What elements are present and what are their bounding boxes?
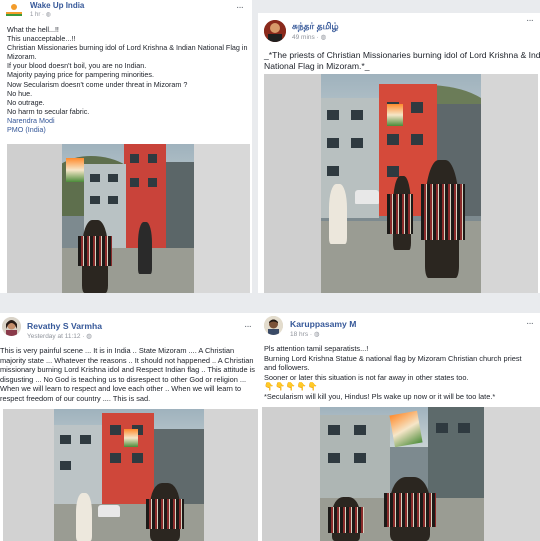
video-player[interactable] <box>3 409 258 541</box>
video-frame[interactable] <box>62 144 194 293</box>
video-frame[interactable] <box>54 409 204 541</box>
post-text-line: National Flag in Mizoram.*_ <box>264 61 370 71</box>
post-text-line: Sooner or later this situation is not fa… <box>264 372 469 382</box>
user-name[interactable]: Revathy S Varmha <box>27 321 102 331</box>
post-time[interactable]: 1 hr · ◍ <box>30 11 51 18</box>
more-options-icon[interactable]: ··· <box>244 322 252 332</box>
post-text: Pls attention tamil separatists...! Burn… <box>264 344 522 402</box>
video-letterbox-right <box>481 74 538 293</box>
post-time-label[interactable]: 18 hrs <box>290 331 308 338</box>
post-text-line: majority state ... Whatever the reasons … <box>0 355 254 365</box>
page-name[interactable]: Wake Up India <box>30 1 84 10</box>
post-card-sundar-tamil: சுந்தர் தமிழ் 49 mins · ◍ ··· _*The prie… <box>258 13 540 293</box>
post-time[interactable]: 49 mins · ◍ <box>292 33 326 41</box>
post-text-line: This unacceptable...!! <box>7 34 76 44</box>
globe-icon: ◍ <box>320 34 327 41</box>
page-avatar-wake-up-india[interactable] <box>4 2 24 18</box>
post-card-wake-up-india: Wake Up India 1 hr · ◍ ··· What the hell… <box>0 0 252 293</box>
page-avatar-sundar-tamil[interactable] <box>264 20 286 42</box>
globe-icon: ◍ <box>313 331 320 338</box>
post-text-line: disgusting ... No God is teaching us to … <box>0 374 247 384</box>
globe-icon: ◍ <box>86 333 92 340</box>
post-text-line: If your blood doesn't boil, you are no I… <box>7 61 147 71</box>
post-text: What the hell...!! This unacceptable...!… <box>7 25 248 134</box>
person <box>329 184 347 244</box>
video-player[interactable] <box>264 74 538 293</box>
more-options-icon[interactable]: ··· <box>526 319 534 329</box>
tag-narendra-modi[interactable]: Narendra Modi <box>7 116 248 125</box>
flag <box>389 410 423 448</box>
page-name[interactable]: சுந்தர் தமிழ் <box>292 21 339 33</box>
user-avatar-revathy[interactable] <box>2 317 21 336</box>
flag <box>387 104 403 126</box>
post-text-line: *Secularism will kill you, Hindus! Pls w… <box>264 391 496 401</box>
post-time[interactable]: Yesterday at 11:12 · ◍ <box>27 332 92 340</box>
video-letterbox-right <box>194 144 250 293</box>
post-text-line: When we will learn to respect and love e… <box>0 384 242 394</box>
post-text-line: Christian Missionaries burning idol of L… <box>7 43 248 53</box>
post-text: This is very painful scene ... It is in … <box>0 346 255 404</box>
video-letterbox-left <box>3 409 54 541</box>
flag <box>124 429 138 447</box>
tag-pmo-india[interactable]: PMO (India) <box>7 125 248 134</box>
globe-icon: ◍ <box>45 12 51 18</box>
video-frame[interactable] <box>320 407 484 541</box>
post-text-line: Majority paying price for pampering mino… <box>7 70 155 80</box>
user-avatar-karuppasamy[interactable] <box>264 316 283 335</box>
video-letterbox-right <box>204 409 258 541</box>
pointing-down-emoji-icons: 👇👇👇👇👇 <box>264 382 319 392</box>
post-text-line: This is very painful scene ... It is in … <box>0 346 235 355</box>
more-options-icon[interactable]: ··· <box>236 3 244 13</box>
video-player[interactable] <box>262 407 540 541</box>
building <box>166 162 194 258</box>
video-letterbox-right <box>484 407 540 541</box>
video-letterbox-left <box>264 74 321 293</box>
post-text-line: and followers. <box>264 363 310 373</box>
post-text-line: Burning Lord Krishna Statue & national f… <box>264 353 522 363</box>
person <box>138 222 152 274</box>
post-text: _*The priests of Christian Missionaries … <box>264 50 540 72</box>
post-card-karuppasamy: Karuppasamy M 18 hrs · ◍ ··· Pls attenti… <box>258 313 540 541</box>
post-text-line: Mizoram. <box>7 52 37 62</box>
video-letterbox-left <box>7 144 62 293</box>
user-name[interactable]: Karuppasamy M <box>290 319 356 329</box>
car <box>355 190 379 204</box>
post-text-line: missionary burning Lord Krishna idol and… <box>0 365 255 375</box>
person <box>76 493 92 541</box>
video-player[interactable] <box>7 144 250 293</box>
post-card-revathy: Revathy S Varmha Yesterday at 11:12 · ◍ … <box>0 313 258 541</box>
post-time-label[interactable]: 1 hr <box>30 12 40 18</box>
post-text-line: No hue. <box>7 88 33 98</box>
post-text-line: Pls attention tamil separatists...! <box>264 344 369 353</box>
post-time[interactable]: 18 hrs · ◍ <box>290 330 320 338</box>
post-text-line: What the hell...!! <box>7 25 59 34</box>
flag <box>66 158 84 182</box>
post-text-line: respect freedom of our country .... This… <box>0 393 151 403</box>
video-letterbox-left <box>262 407 320 541</box>
post-time-label[interactable]: 49 mins <box>292 34 315 41</box>
more-options-icon[interactable]: ··· <box>526 16 534 26</box>
post-time-label[interactable]: Yesterday at 11:12 <box>27 333 81 340</box>
car <box>98 505 120 517</box>
post-text-line: No outrage. <box>7 97 45 107</box>
video-frame[interactable] <box>321 74 481 293</box>
post-text-line: _*The priests of Christian Missionaries … <box>264 50 540 60</box>
post-text-line: Now Secularism doesn't come under threat… <box>7 79 188 89</box>
post-text-line: No harm to secular fabric. <box>7 106 90 116</box>
